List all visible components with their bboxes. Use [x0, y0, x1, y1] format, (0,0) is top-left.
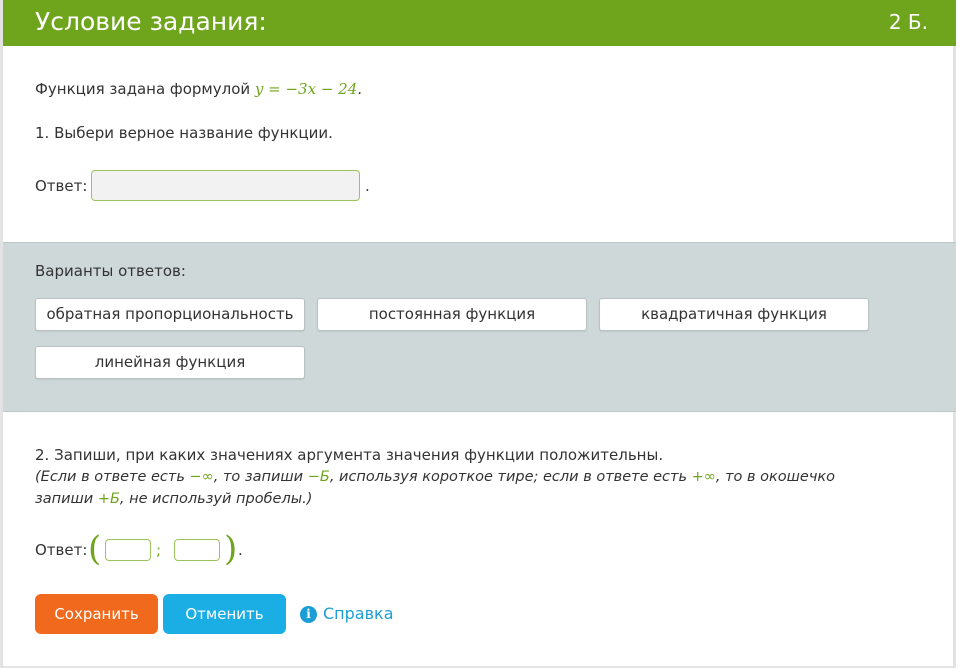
info-icon: i: [300, 606, 317, 623]
interval-separator: ;: [156, 541, 162, 559]
interval-right-input[interactable]: [174, 539, 220, 561]
close-paren: ): [224, 529, 238, 569]
answer-label: Ответ:: [35, 177, 88, 195]
variants-title: Варианты ответов:: [35, 262, 186, 280]
help-link[interactable]: i Справка: [300, 603, 394, 625]
task-header: Условие задания: 2 Б.: [3, 0, 956, 46]
interval-suffix: .: [238, 541, 243, 559]
interval-left-input[interactable]: [105, 539, 151, 561]
open-paren: (: [88, 529, 102, 569]
variant-constant-function[interactable]: постоянная функция: [317, 298, 587, 331]
answer-suffix: .: [365, 177, 370, 195]
save-button[interactable]: Сохранить: [35, 594, 158, 634]
help-label: Справка: [323, 604, 394, 623]
task-intro: Функция задана формулой y = −3x − 24.: [35, 80, 363, 98]
variant-inverse-proportionality[interactable]: обратная пропорциональность: [35, 298, 305, 331]
interval-answer-label: Ответ:: [35, 541, 88, 559]
cancel-button[interactable]: Отменить: [163, 594, 286, 634]
variant-linear-function[interactable]: линейная функция: [35, 346, 305, 379]
question-2-note-line1: (Если в ответе есть −∞, то запиши −Б, ис…: [35, 469, 836, 485]
question-1: 1. Выбери верное название функции.: [35, 124, 333, 142]
answer-drop-field[interactable]: [91, 170, 360, 201]
task-points: 2 Б.: [888, 10, 928, 34]
task-title: Условие задания:: [35, 7, 267, 36]
question-2: 2. Запиши, при каких значениях аргумента…: [35, 446, 664, 464]
answer-variants-panel: Варианты ответов: обратная пропорциональ…: [3, 242, 956, 412]
formula: y = −3x − 24: [254, 80, 358, 98]
question-2-note-line2: запиши +Б, не используй пробелы.): [35, 491, 313, 507]
variant-quadratic-function[interactable]: квадратичная функция: [599, 298, 869, 331]
